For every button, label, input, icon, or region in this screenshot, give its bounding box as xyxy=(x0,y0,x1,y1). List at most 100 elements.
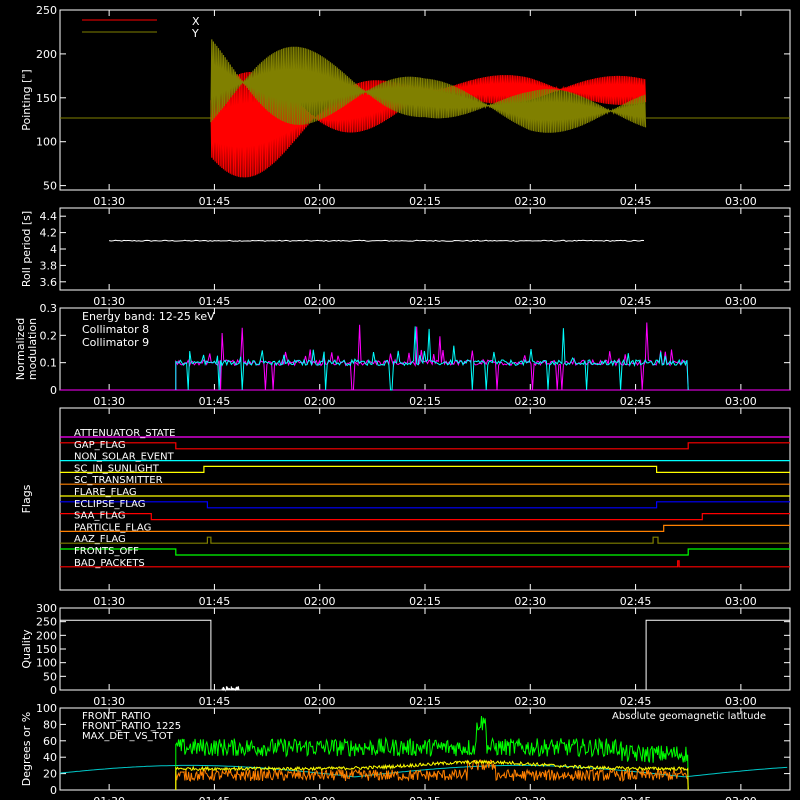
x-tick-label: 03:00 xyxy=(725,395,757,408)
x-tick-label: 02:00 xyxy=(304,595,336,608)
x-tick-label: 03:00 xyxy=(725,695,757,708)
x-tick-label: 02:15 xyxy=(409,295,441,308)
y-tick-label: 3.6 xyxy=(40,276,58,289)
y-tick-label: 50 xyxy=(43,180,57,193)
flag-label: SC_TRANSMITTER xyxy=(74,475,163,486)
modulation-panel: 01:30 01:45 02:00 02:15 02:30 02:45 03:00 0 0.1 0… xyxy=(14,302,791,408)
energy-band-annotation: Energy band: 12-25 keV xyxy=(82,310,215,323)
flag-label: BAD_PACKETS xyxy=(74,558,145,569)
y-axis-label: modulation xyxy=(26,318,39,380)
y-axis-label: Pointing ["] xyxy=(20,69,33,130)
x-tick-label: 01:45 xyxy=(199,795,231,800)
flag-label: ECLIPSE_FLAG xyxy=(74,499,145,510)
y-tick-label: 0.1 xyxy=(40,357,58,370)
y-tick-label: 100 xyxy=(36,657,57,670)
y-axis-label: Roll period [s] xyxy=(20,211,33,287)
flag-trace-saa-flag xyxy=(60,512,790,521)
y-tick-label: 20 xyxy=(43,768,57,781)
x-tick-label: 02:15 xyxy=(409,695,441,708)
y-axis-label: Quality xyxy=(20,629,33,669)
x-tick-label: 02:15 xyxy=(409,795,441,800)
y-tick-label: 150 xyxy=(36,643,57,656)
y-tick-label: 3.8 xyxy=(40,259,58,272)
x-tick-label: 02:00 xyxy=(304,695,336,708)
x-tick-label: 02:15 xyxy=(409,395,441,408)
x-tick-label: 01:30 xyxy=(93,595,125,608)
modulation-series-collimator-9 xyxy=(175,322,689,391)
x-tick-label: 02:30 xyxy=(514,695,546,708)
y-tick-label: 0 xyxy=(50,784,57,797)
flag-trace-particle-flag xyxy=(60,524,790,533)
legend-label-geomagnetic-latitude: Absolute geomagnetic latitude xyxy=(612,711,766,722)
x-tick-label: 02:30 xyxy=(514,595,546,608)
flag-trace-eclipse-flag xyxy=(60,501,790,509)
legend-label-collimator-9: Collimator 9 xyxy=(82,336,149,349)
flag-label: SAA_FLAG xyxy=(74,511,125,522)
x-tick-label: 01:30 xyxy=(93,695,125,708)
x-tick-label: 02:45 xyxy=(620,395,652,408)
x-tick-label: 01:45 xyxy=(199,195,231,208)
flag-label: FLARE_FLAG xyxy=(74,487,137,498)
x-tick-label: 02:00 xyxy=(304,795,336,800)
y-tick-label: 40 xyxy=(43,751,57,764)
y-tick-label: 250 xyxy=(36,616,57,629)
legend-label-collimator-8: Collimator 8 xyxy=(82,323,149,336)
x-tick-label: 01:30 xyxy=(93,295,125,308)
roll-period-panel: 01:30 01:45 02:00 02:15 02:30 02:45 03:00 3.6 3.… xyxy=(20,207,791,308)
x-tick-label: 01:45 xyxy=(199,695,231,708)
flags-panel: 01:30 01:45 02:00 02:15 02:30 02:45 03:00 Flags… xyxy=(20,407,791,608)
x-tick-label: 02:30 xyxy=(514,795,546,800)
x-tick-label: 02:30 xyxy=(514,295,546,308)
x-tick-label: 02:00 xyxy=(304,195,336,208)
flag-label: GAP_FLAG xyxy=(74,440,126,451)
legend-label-max-det-vs-tot: MAX_DET_VS_TOT xyxy=(82,731,174,742)
y-tick-label: 300 xyxy=(36,602,57,615)
flag-trace-aaz-flag xyxy=(60,536,790,544)
quality-spikes xyxy=(221,686,240,692)
modulation-series-collimator-8 xyxy=(175,326,689,391)
front-ratio-panel: 01:30 01:45 02:00 02:15 02:30 02:45 03:00 0 20 40… xyxy=(20,702,791,800)
y-tick-label: 50 xyxy=(43,670,57,683)
y-tick-label: 0 xyxy=(50,684,57,697)
flag-label: AAZ_FLAG xyxy=(74,534,126,545)
x-tick-label: 02:30 xyxy=(514,195,546,208)
flag-label: FRONTS_OFF xyxy=(74,546,139,557)
y-tick-label: 4 xyxy=(50,243,57,256)
y-tick-label: 150 xyxy=(36,92,57,105)
quality-series xyxy=(60,619,790,691)
x-tick-label: 01:45 xyxy=(199,295,231,308)
flag-trace-bad-packets xyxy=(60,560,790,568)
x-tick-label: 03:00 xyxy=(725,195,757,208)
y-tick-label: 80 xyxy=(43,718,57,731)
roll-period-series xyxy=(109,239,645,242)
x-tick-label: 03:00 xyxy=(725,595,757,608)
x-tick-label: 01:30 xyxy=(93,195,125,208)
geomagnetic-latitude-series xyxy=(59,764,788,778)
y-tick-label: 4.4 xyxy=(40,210,58,223)
x-tick-label: 02:00 xyxy=(304,295,336,308)
flag-trace-gap-flag xyxy=(60,442,790,450)
flag-label: SC_IN_SUNLIGHT xyxy=(74,463,160,474)
rhessi-quicklook-figure: 01:30 01:45 02:00 02:15 02:30 02:45 03:0050100… xyxy=(14,4,791,800)
x-tick-label: 02:45 xyxy=(620,695,652,708)
y-tick-label: 200 xyxy=(36,48,57,61)
x-tick-label: 03:00 xyxy=(725,295,757,308)
y-tick-label: 250 xyxy=(36,4,57,17)
x-tick-label: 01:30 xyxy=(93,795,125,800)
pointing-panel: 01:30 01:45 02:00 02:15 02:30 02:45 03:00 50 100… xyxy=(20,4,791,208)
x-tick-label: 02:45 xyxy=(620,195,652,208)
flag-label: PARTICLE_FLAG xyxy=(74,522,151,533)
y-tick-label: 60 xyxy=(43,735,57,748)
y-tick-label: 100 xyxy=(36,702,57,715)
x-tick-label: 02:15 xyxy=(409,595,441,608)
x-tick-label: 02:45 xyxy=(620,295,652,308)
y-tick-label: 0.2 xyxy=(40,329,58,342)
x-tick-label: 02:45 xyxy=(620,795,652,800)
x-tick-label: 01:45 xyxy=(199,595,231,608)
x-tick-label: 02:45 xyxy=(620,595,652,608)
flag-label: ATTENUATOR_STATE xyxy=(74,428,175,439)
y-tick-label: 100 xyxy=(36,136,57,149)
y-axis-label: Degrees or % xyxy=(20,712,33,786)
panel-frame xyxy=(59,207,791,291)
x-tick-label: 02:15 xyxy=(409,195,441,208)
